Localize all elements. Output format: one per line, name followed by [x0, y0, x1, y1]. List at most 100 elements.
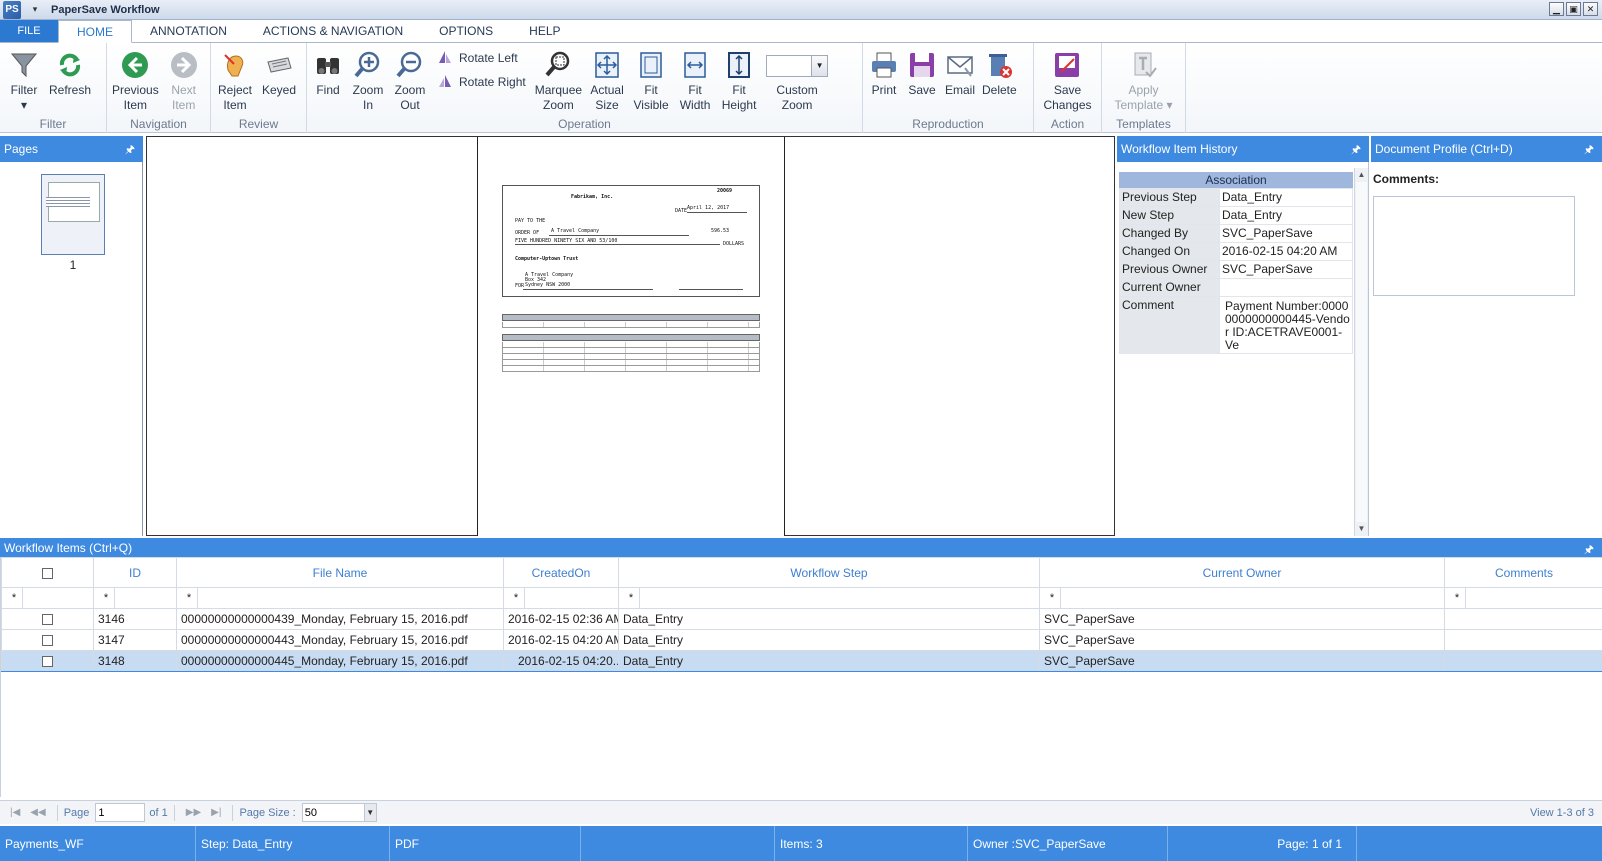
filter-symbol: * [181, 588, 198, 608]
save-changes-icon [1051, 49, 1083, 81]
page-label: Page [63, 806, 90, 819]
group-label-filter: Filter [39, 117, 67, 131]
tab-options[interactable]: OPTIONS [421, 20, 511, 42]
cell-workflow-step: Data_Entry [618, 629, 1040, 651]
column-header-current-owner[interactable]: Current Owner [1039, 557, 1445, 588]
filter-symbol: * [623, 588, 640, 608]
select-all-checkbox[interactable] [42, 567, 53, 579]
pages-panel-header: Pages 🖈 [0, 136, 143, 162]
print-label: Print [871, 83, 897, 97]
document-viewer[interactable]: Fabrikam, Inc. 20069 DATE April 12, 2017… [146, 136, 1115, 536]
check-order-of: ORDER OF [515, 230, 540, 236]
previous-page-icon[interactable]: ◀◀ [30, 807, 45, 818]
filter-label: Filter ▾ [10, 83, 38, 112]
papersave-logo-icon: PS [3, 0, 21, 19]
window-title: PaperSave Workflow [51, 3, 160, 16]
row-checkbox[interactable] [42, 635, 53, 647]
history-row: Comment Payment Number:00000000000000445-… [1119, 296, 1353, 354]
fit-visible-icon [635, 49, 667, 81]
pin-icon[interactable]: 🖈 [1351, 141, 1361, 160]
scroll-down-icon[interactable]: ▼ [1355, 522, 1368, 536]
table-row-selected[interactable]: 3148 00000000000000445_Monday, February … [1, 650, 1602, 672]
pager-separator [232, 804, 234, 821]
filter-symbol: * [1449, 588, 1466, 608]
rotate-left-button[interactable]: Rotate Left [437, 49, 526, 67]
history-value: SVC_PaperSave [1219, 224, 1353, 243]
reject-hand-icon [219, 49, 251, 81]
last-page-icon[interactable]: ▶| [211, 807, 221, 818]
custom-zoom-combo[interactable]: ▼ [766, 55, 829, 77]
filter-cell[interactable]: * [1039, 587, 1445, 609]
tab-actions-navigation[interactable]: ACTIONS & NAVIGATION [245, 20, 421, 42]
pin-icon[interactable]: 🖈 [125, 141, 135, 160]
table-row[interactable]: 3147 00000000000000443_Monday, February … [1, 629, 1602, 651]
tab-help[interactable]: HELP [511, 20, 578, 42]
zoom-in-icon [352, 49, 384, 81]
ribbon-tabs: FILE HOME ANNOTATION ACTIONS & NAVIGATIO… [0, 20, 1602, 43]
keyboard-icon [263, 49, 295, 81]
history-scrollbar[interactable]: ▲ ▼ [1354, 168, 1368, 536]
stub-header-2 [502, 334, 760, 341]
scrollbar-thumb[interactable] [1356, 182, 1367, 522]
column-header-id[interactable]: ID [93, 557, 177, 588]
comments-label: Comments: [1373, 172, 1440, 186]
table-row[interactable]: 3146 00000000000000439_Monday, February … [1, 608, 1602, 630]
navigation-group: Previous Item Next Item Navigation [107, 43, 211, 133]
next-page-icon[interactable]: ▶▶ [186, 807, 201, 818]
check-pay-to: PAY TO THE [515, 218, 546, 224]
comments-field[interactable] [1373, 196, 1575, 296]
pin-icon[interactable]: 🖈 [1584, 141, 1594, 160]
rotate-right-button[interactable]: Rotate Right [437, 73, 526, 91]
history-value: Data_Entry [1219, 206, 1353, 225]
history-key: Current Owner [1119, 278, 1220, 297]
first-page-icon[interactable]: |◀ [10, 807, 20, 818]
status-blank [581, 826, 775, 861]
next-item-label: Next Item [171, 83, 197, 112]
history-key: Previous Step [1119, 188, 1220, 207]
fit-visible-label: Fit Visible [633, 83, 669, 112]
history-key: Previous Owner [1119, 260, 1220, 279]
quick-access-dropdown-icon[interactable]: ▾ [27, 4, 43, 15]
filter-cell[interactable]: * [503, 587, 619, 609]
pages-panel-title: Pages [4, 142, 39, 156]
keyed-label: Keyed [261, 83, 297, 97]
cell-id: 3146 [93, 608, 177, 630]
row-checkbox[interactable] [42, 614, 53, 626]
chevron-down-icon[interactable]: ▼ [363, 804, 376, 821]
column-header-comments[interactable]: Comments [1444, 557, 1602, 588]
status-filler [1357, 826, 1602, 861]
column-header-file-name[interactable]: File Name [176, 557, 504, 588]
chevron-down-icon[interactable]: ▼ [811, 56, 828, 76]
history-value: 2016-02-15 04:20 AM [1219, 242, 1353, 261]
filter-cell[interactable]: * [93, 587, 177, 609]
page-thumbnail[interactable] [41, 174, 105, 255]
group-label-navigation: Navigation [130, 117, 187, 131]
reject-item-label: Reject Item [217, 83, 252, 112]
tab-home[interactable]: HOME [58, 20, 132, 43]
scroll-up-icon[interactable]: ▲ [1355, 168, 1368, 182]
history-value: Data_Entry [1219, 188, 1353, 207]
save-label: Save [908, 83, 936, 97]
page-size-select[interactable]: ▼ [301, 803, 377, 822]
filter-cell[interactable]: * [1, 587, 94, 609]
zoom-in-label: Zoom In [352, 83, 384, 112]
filter-cell[interactable]: * [176, 587, 504, 609]
column-header-workflow-step[interactable]: Workflow Step [618, 557, 1040, 588]
history-panel-header: Workflow Item History 🖈 [1117, 136, 1369, 162]
pages-panel: Pages 🖈 1 [0, 136, 143, 536]
minimize-button[interactable]: ▁ [1549, 2, 1564, 16]
history-key: Changed By [1119, 224, 1220, 243]
maximize-button[interactable]: ▣ [1566, 2, 1581, 16]
close-button[interactable]: ✕ [1583, 2, 1598, 16]
filter-cell[interactable]: * [1444, 587, 1602, 609]
page-number-input[interactable] [95, 803, 146, 822]
column-header-created-on[interactable]: CreatedOn [503, 557, 619, 588]
row-checkbox[interactable] [42, 656, 53, 668]
filter-cell[interactable]: * [618, 587, 1040, 609]
tab-file[interactable]: FILE [0, 20, 58, 42]
check-date-line [687, 212, 747, 213]
check-payee: A Travel Company [551, 228, 600, 234]
check-signature-line [679, 289, 743, 290]
apply-template-icon [1128, 49, 1160, 81]
tab-annotation[interactable]: ANNOTATION [132, 20, 245, 42]
